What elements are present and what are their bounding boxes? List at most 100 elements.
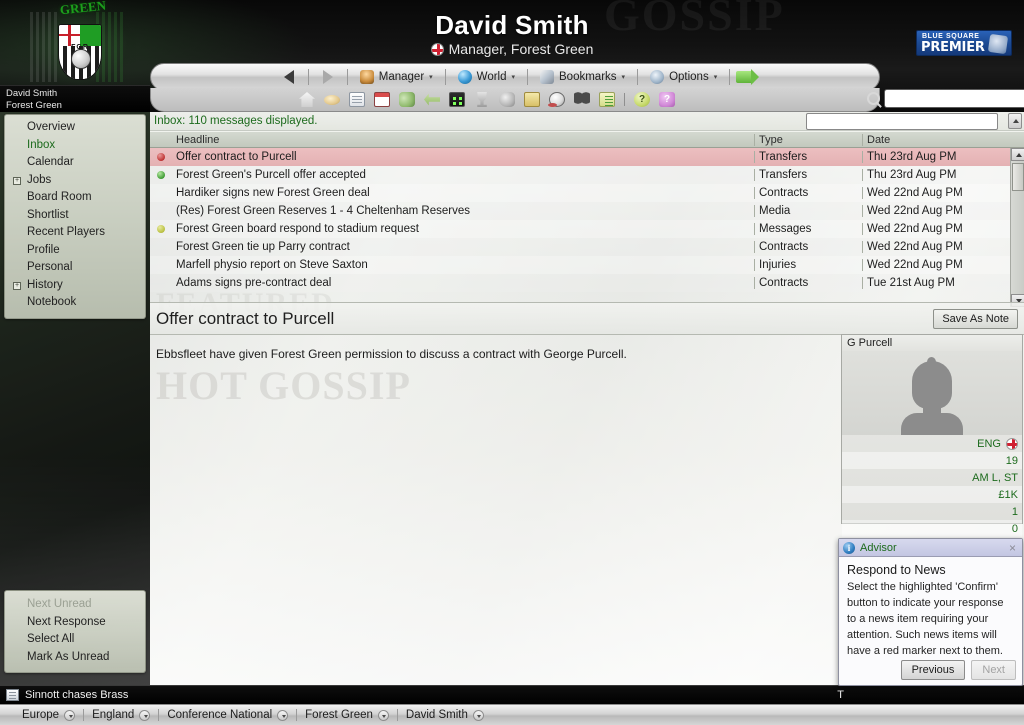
- column-header-headline[interactable]: Headline: [172, 134, 754, 146]
- toolbar-divider: [624, 93, 625, 106]
- sidebar-item-shortlist[interactable]: Shortlist: [5, 207, 145, 225]
- squad-people-icon[interactable]: [399, 92, 415, 107]
- go-arrow-icon[interactable]: [736, 69, 760, 85]
- england-flag-icon: [430, 43, 444, 56]
- breadcrumb-label: England: [92, 709, 135, 721]
- calendar-icon[interactable]: [374, 92, 390, 107]
- column-header-date[interactable]: Date: [862, 133, 1010, 146]
- binoculars-icon[interactable]: [574, 92, 590, 107]
- whistle-icon[interactable]: [499, 92, 515, 107]
- table-row[interactable]: Forest Green's Purcell offer accepted Tr…: [150, 166, 1024, 184]
- home-icon[interactable]: [299, 92, 315, 107]
- nav-menu-bookmarks[interactable]: Bookmarks ▾: [534, 68, 631, 86]
- table-row[interactable]: Forest Green board respond to stadium re…: [150, 220, 1024, 238]
- search-input[interactable]: [884, 88, 1024, 108]
- breadcrumb-item-david-smith[interactable]: David Smith: [398, 709, 492, 721]
- inbox-scrollbar[interactable]: [1010, 148, 1024, 307]
- sidebar-item-calendar[interactable]: Calendar: [5, 154, 145, 172]
- row-marker-cell: [150, 189, 172, 197]
- advisor-previous-button[interactable]: Previous: [900, 660, 966, 680]
- nav-menu-options[interactable]: Options ▾: [644, 68, 723, 86]
- fixtures-list-icon[interactable]: [349, 92, 365, 107]
- nav-divider: [527, 69, 529, 85]
- row-date: Wed 22nd Aug PM: [862, 259, 1010, 271]
- chevron-down-icon[interactable]: [377, 709, 389, 721]
- no-marker-icon: [157, 261, 165, 269]
- trophy-icon[interactable]: [477, 92, 487, 107]
- sidebar-item-recent-players[interactable]: Recent Players: [5, 224, 145, 242]
- expand-plus-icon[interactable]: +: [13, 176, 21, 185]
- chevron-down-icon[interactable]: [472, 709, 484, 721]
- breadcrumb-item-england[interactable]: England: [84, 709, 158, 721]
- scrollbar-up-button[interactable]: [1011, 148, 1024, 161]
- close-icon[interactable]: ×: [1009, 541, 1018, 555]
- scoreboard-icon[interactable]: [449, 92, 465, 107]
- breadcrumb-item-europe[interactable]: Europe: [14, 709, 83, 721]
- sidebar-item-label: History: [27, 278, 63, 291]
- chevron-down-icon[interactable]: [277, 709, 289, 721]
- sidebar-item-overview[interactable]: Overview: [5, 119, 145, 137]
- action-mark-as-unread[interactable]: Mark As Unread: [5, 649, 145, 667]
- breadcrumb-label: Europe: [22, 709, 60, 721]
- nav-divider: [307, 69, 309, 85]
- inbox-filter-input[interactable]: [806, 113, 998, 130]
- action-select-all[interactable]: Select All: [5, 631, 145, 649]
- nav-menu-manager[interactable]: Manager ▾: [354, 68, 439, 86]
- inbox-scroll-up-button[interactable]: [1008, 113, 1022, 129]
- breadcrumb-item-conference-national[interactable]: Conference National: [159, 709, 296, 721]
- clipboard-icon[interactable]: [524, 92, 540, 107]
- manager-name: David Smith: [6, 88, 58, 99]
- table-row[interactable]: Marfell physio report on Steve Saxton In…: [150, 256, 1024, 274]
- row-type: Transfers: [754, 169, 862, 181]
- news-icon: [6, 689, 19, 701]
- breadcrumb-item-forest-green[interactable]: Forest Green: [297, 709, 397, 721]
- sidebar-item-notebook[interactable]: Notebook: [5, 294, 145, 312]
- chevron-down-icon: ▾: [713, 74, 718, 81]
- action-next-response[interactable]: Next Response: [5, 614, 145, 632]
- player-info-card[interactable]: G Purcell ENG 19 AM L, ST £1K 1 0: [841, 334, 1023, 537]
- forward-button[interactable]: [322, 70, 333, 84]
- globe-icon: [457, 70, 472, 84]
- news-list-icon[interactable]: [599, 92, 615, 107]
- player-attribute-apps: 1: [842, 503, 1022, 520]
- chevron-down-icon[interactable]: [139, 709, 151, 721]
- table-row[interactable]: Forest Green tie up Parry contract Contr…: [150, 238, 1024, 256]
- action-next-unread[interactable]: Next Unread: [5, 596, 145, 614]
- ticker-text[interactable]: Sinnott chases Brass: [25, 689, 128, 701]
- scrollbar-thumb[interactable]: [1012, 163, 1024, 191]
- row-date: Wed 22nd Aug PM: [862, 223, 1010, 235]
- table-row[interactable]: Adams signs pre-contract deal Contracts …: [150, 274, 1024, 292]
- ball-oval-icon[interactable]: [324, 94, 340, 105]
- chevron-down-icon[interactable]: [64, 709, 76, 721]
- player-attribute-wage: £1K: [842, 486, 1022, 503]
- row-marker-cell: [150, 279, 172, 287]
- sidebar-item-history[interactable]: + History: [5, 277, 145, 295]
- no-marker-icon: [157, 243, 165, 251]
- advisor-next-button[interactable]: Next: [971, 660, 1016, 680]
- column-header-type[interactable]: Type: [754, 133, 862, 146]
- back-button[interactable]: [283, 70, 294, 84]
- advisor-titlebar: i Advisor ×: [839, 539, 1022, 557]
- help-icon[interactable]: ?: [634, 92, 650, 107]
- league-logo: BLUE SQUARE PREMIER: [916, 30, 1012, 56]
- player-attribute-nationality: ENG: [842, 435, 1022, 452]
- row-headline: Hardiker signs new Forest Green deal: [176, 187, 370, 199]
- expand-plus-icon[interactable]: +: [13, 281, 21, 290]
- row-type: Messages: [754, 223, 862, 235]
- sidebar-item-profile[interactable]: Profile: [5, 242, 145, 260]
- sidebar-item-personal[interactable]: Personal: [5, 259, 145, 277]
- sidebar-item-jobs[interactable]: + Jobs: [5, 172, 145, 190]
- tips-icon[interactable]: ?: [659, 92, 675, 107]
- table-row[interactable]: (Res) Forest Green Reserves 1 - 4 Chelte…: [150, 202, 1024, 220]
- table-row[interactable]: Hardiker signs new Forest Green deal Con…: [150, 184, 1024, 202]
- transfers-arrow-icon[interactable]: [424, 93, 440, 106]
- nav-menu-world[interactable]: World ▾: [452, 68, 521, 86]
- table-row[interactable]: Offer contract to Purcell Transfers Thu …: [150, 148, 1024, 166]
- player-attribute-positions: AM L, ST: [842, 469, 1022, 486]
- save-as-note-button[interactable]: Save As Note: [933, 309, 1018, 329]
- breadcrumb: Europe England Conference National Fores…: [0, 704, 1024, 725]
- sidebar-item-inbox[interactable]: Inbox: [5, 137, 145, 155]
- row-type: Injuries: [754, 259, 862, 271]
- football-icon[interactable]: [548, 92, 565, 107]
- sidebar-item-board-room[interactable]: Board Room: [5, 189, 145, 207]
